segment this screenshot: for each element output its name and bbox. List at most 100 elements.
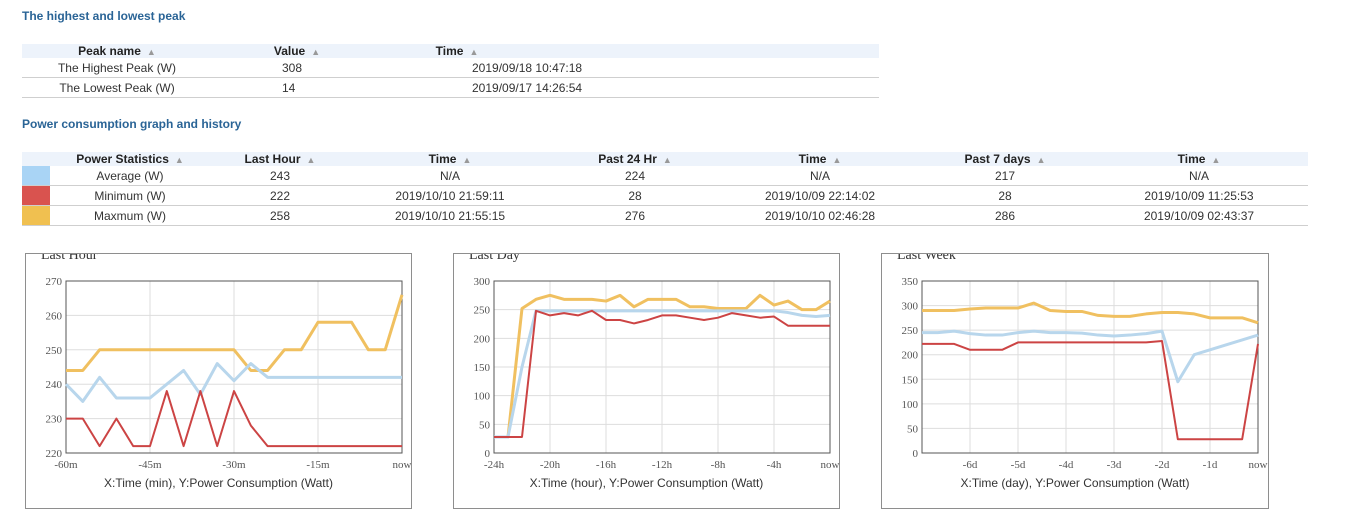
sort-icon[interactable]: ▲︎ [663,155,672,165]
stat-label: Maxmum (W) [50,205,210,226]
sort-icon[interactable]: ▲︎ [311,47,320,57]
stats-table: Power Statistics ▲︎ Last Hour ▲︎ Time ▲︎ Pa… [22,152,1308,226]
past-7days-value: 217 [920,166,1090,186]
past-7days-header[interactable]: Past 7 days ▲︎ [920,152,1090,166]
x-tick-label: -16h [596,459,617,471]
past-7days-time: 2019/10/09 11:25:53 [1090,185,1308,206]
y-tick-label: 300 [902,301,919,313]
peak-section-title: The highest and lowest peak [22,9,186,23]
peak-value-header[interactable]: Value ▲︎ [212,44,382,58]
sort-icon[interactable]: ▲︎ [307,155,316,165]
stats-section-title: Power consumption graph and history [22,117,242,131]
stat-label: Average (W) [50,166,210,186]
y-tick-label: 260 [46,310,63,322]
past-7days-value: 286 [920,205,1090,226]
last-hour-chart-svg: Last Hour220230240250260270-60m -45m -30m -… [38,254,411,490]
color-swatch-cell [22,205,50,226]
hour-time-header[interactable]: Time ▲︎ [350,152,550,166]
past-24hr-time: 2019/10/09 22:14:02 [720,185,920,206]
peak-name-header[interactable]: Peak name ▲︎ [22,44,212,58]
stat-label: Minimum (W) [50,185,210,206]
sort-icon[interactable]: ▲︎ [462,155,471,165]
last-day-chart: Last Day 0 50 100 150 200 250 300 -24h -20h -16h -1… [453,253,840,509]
color-swatch-cell [22,185,50,206]
series-color-swatch [22,166,50,185]
x-tick-label: -45m [138,459,162,471]
x-tick-label: -2d [1155,459,1170,471]
last-hour-value: 222 [210,185,350,206]
table-row: The Highest Peak (W) 308 2019/09/18 10:4… [22,58,879,78]
last-hour-time: N/A [350,166,550,186]
table-row: Maxmum (W) 258 2019/10/10 21:55:15 276 2019/… [22,205,1308,226]
day-time-header[interactable]: Time ▲︎ [720,152,920,166]
last-hour-value: 258 [210,205,350,226]
sort-icon[interactable]: ▲︎ [469,47,478,57]
y-tick-label: 250 [474,305,491,317]
y-tick-label: 250 [46,345,63,357]
x-tick-label: -30m [222,459,246,471]
last-hour-header[interactable]: Last Hour ▲︎ [210,152,350,166]
minimum-series-line [922,339,1259,441]
peak-time: 2019/09/18 10:47:18 [382,58,879,78]
chart-legend-title: Last Day [469,254,520,263]
peak-time: 2019/09/17 14:26:54 [382,77,879,98]
x-tick-label: -6d [963,459,978,471]
last-week-chart: Last Week 0 50 100 150 200 250 300 350 -6d -5d -4d -… [881,253,1269,509]
sort-icon[interactable]: ▲︎ [1211,155,1220,165]
last-hour-value: 243 [210,166,350,186]
power-statistics-header[interactable]: Power Statistics ▲︎ [50,152,210,166]
chart-axis-caption: X:Time (hour), Y:Power Consumption (Watt… [530,476,764,490]
y-tick-label: 0 [913,448,919,460]
swatch-header [22,152,50,166]
chart-axis-caption: X:Time (min), Y:Power Consumption (Watt) [104,476,333,490]
y-tick-label: 250 [902,325,919,337]
x-tick-label: -1d [1203,459,1218,471]
x-tick-label: -5d [1011,459,1026,471]
x-tick-label: now [393,459,411,471]
table-row: The Lowest Peak (W) 14 2019/09/17 14:26:… [22,77,879,98]
x-tick-label: now [821,459,839,471]
past-7days-time: 2019/10/09 02:43:37 [1090,205,1308,226]
sort-icon[interactable]: ▲︎ [175,155,184,165]
past-24hr-value: 28 [550,185,720,206]
week-time-header[interactable]: Time ▲︎ [1090,152,1308,166]
table-row: Minimum (W) 222 2019/10/10 21:59:11 28 2019/… [22,185,1308,206]
sort-icon[interactable]: ▲︎ [1037,155,1046,165]
past-7days-value: 28 [920,185,1090,206]
past-24hr-time: N/A [720,166,920,186]
x-tick-label: -15m [306,459,330,471]
y-tick-label: 100 [902,399,919,411]
y-tick-label: 50 [907,423,919,435]
last-day-chart-svg: Last Day050100150200250300-24h -20h -16h -1… [466,254,839,490]
color-swatch-cell [22,166,50,186]
sort-icon[interactable]: ▲︎ [832,155,841,165]
y-tick-label: 150 [474,362,491,374]
x-tick-label: -24h [484,459,505,471]
peak-name: The Lowest Peak (W) [22,77,212,98]
plot-frame [921,280,1259,454]
y-tick-label: 150 [902,374,919,386]
y-tick-label: 240 [46,379,63,391]
past-7days-time: N/A [1090,166,1308,186]
sort-icon[interactable]: ▲︎ [147,47,156,57]
peak-value: 14 [212,77,382,98]
chart-axis-caption: X:Time (day), Y:Power Consumption (Watt) [961,476,1190,490]
peak-table: Peak name ▲︎ Value ▲︎ Time ▲︎ The Highest P… [22,44,879,98]
x-tick-label: -4d [1059,459,1074,471]
y-tick-label: 200 [902,350,919,362]
x-tick-label: -12h [652,459,673,471]
past-24hr-header[interactable]: Past 24 Hr ▲︎ [550,152,720,166]
past-24hr-value: 224 [550,166,720,186]
y-tick-label: 50 [479,419,491,431]
last-hour-time: 2019/10/10 21:55:15 [350,205,550,226]
x-tick-label: now [1249,459,1268,471]
y-tick-label: 200 [474,333,491,345]
y-tick-label: 350 [902,276,919,288]
x-tick-label: -8h [711,459,726,471]
chart-legend-title: Last Hour [41,254,98,263]
average-series-line [922,329,1259,384]
x-tick-label: -20h [540,459,561,471]
peak-time-header[interactable]: Time ▲︎ [382,44,532,58]
x-tick-label: -60m [54,459,78,471]
past-24hr-time: 2019/10/10 02:46:28 [720,205,920,226]
